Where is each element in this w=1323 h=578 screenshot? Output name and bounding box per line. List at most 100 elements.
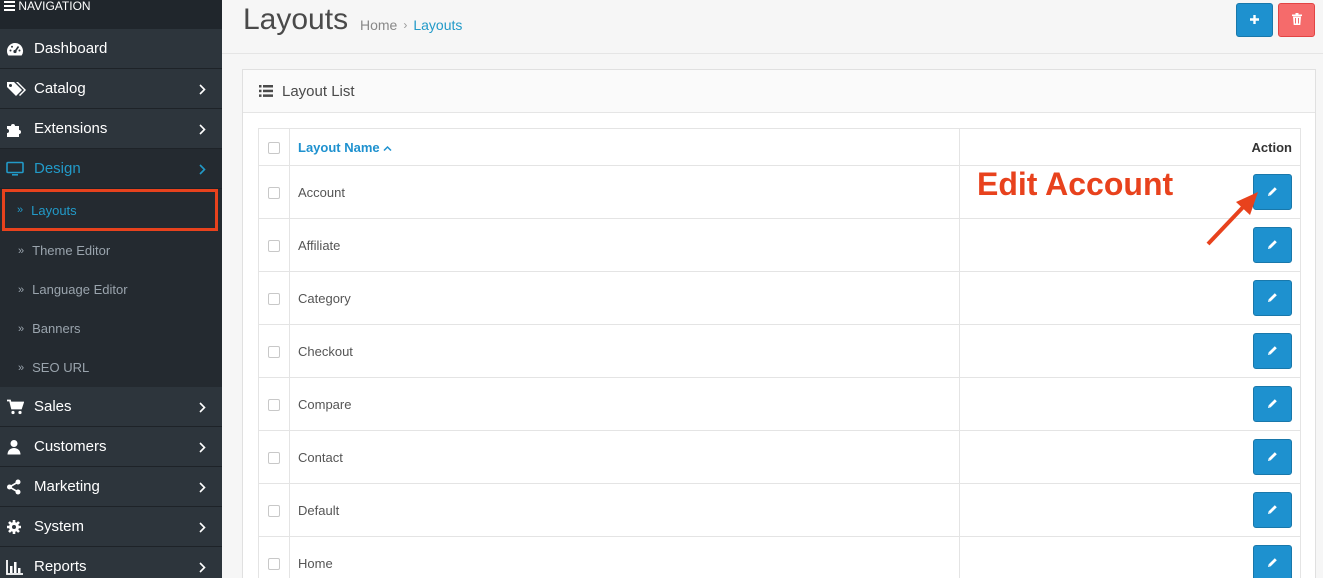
edit-button[interactable]: [1253, 545, 1292, 578]
sidebar-item-label: Reports: [34, 558, 87, 575]
action-cell: [959, 271, 1301, 325]
layout-name-header[interactable]: Layout Name: [289, 128, 960, 166]
submenu-item-label: SEO URL: [32, 360, 90, 375]
chevron-right-icon: [199, 400, 206, 417]
pencil-icon: [1267, 344, 1278, 359]
row-checkbox[interactable]: [268, 346, 280, 359]
row-checkbox[interactable]: [268, 187, 280, 200]
action-cell: [959, 324, 1301, 378]
breadcrumb-current-link[interactable]: Layouts: [413, 17, 462, 33]
sidebar-item-marketing[interactable]: Marketing: [0, 467, 222, 507]
sort-asc-icon: [383, 140, 392, 155]
sidebar-item-customers[interactable]: Customers: [0, 427, 222, 467]
double-chevron-icon: »: [18, 244, 25, 257]
puzzle-icon: [6, 120, 28, 138]
row-checkbox[interactable]: [268, 452, 280, 465]
user-icon: [6, 438, 28, 456]
edit-button[interactable]: [1253, 492, 1292, 528]
select-all-checkbox[interactable]: [268, 142, 280, 155]
table-row: Default: [258, 483, 1301, 537]
sidebar-item-label: Design: [34, 160, 81, 177]
chevron-right-icon: [199, 440, 206, 457]
breadcrumb-separator: ›: [403, 18, 408, 32]
submenu-item-theme-editor[interactable]: » Theme Editor: [0, 231, 222, 270]
layout-name-cell: Default: [289, 483, 960, 537]
trash-icon: [1291, 12, 1302, 28]
nav-header[interactable]: NAVIGATION: [0, 0, 222, 29]
layout-name-cell: Category: [289, 271, 960, 325]
sidebar-item-reports[interactable]: Reports: [0, 547, 222, 578]
row-checkbox[interactable]: [268, 240, 280, 253]
sidebar-item-catalog[interactable]: Catalog: [0, 69, 222, 109]
sidebar-item-label: Dashboard: [34, 40, 108, 57]
row-checkbox[interactable]: [268, 293, 280, 306]
chevron-right-icon: [199, 82, 206, 99]
tags-icon: [6, 80, 28, 98]
delete-layout-button[interactable]: [1278, 3, 1315, 37]
pencil-icon: [1267, 291, 1278, 306]
double-chevron-icon: »: [17, 204, 24, 216]
row-checkbox[interactable]: [268, 399, 280, 412]
edit-button[interactable]: [1253, 280, 1292, 316]
layout-name-cell: Account: [289, 165, 960, 219]
action-cell: [959, 483, 1301, 537]
sidebar-item-system[interactable]: System: [0, 507, 222, 547]
submenu-item-banners[interactable]: » Banners: [0, 309, 222, 348]
row-check-cell: [258, 218, 290, 272]
sidebar-item-sales[interactable]: Sales: [0, 387, 222, 427]
pencil-icon: [1267, 450, 1278, 465]
double-chevron-icon: »: [18, 322, 25, 335]
row-checkbox[interactable]: [268, 505, 280, 518]
row-check-cell: [258, 377, 290, 431]
layout-name-cell: Checkout: [289, 324, 960, 378]
submenu-item-layouts[interactable]: » Layouts: [2, 189, 218, 231]
table-row: Checkout: [258, 324, 1301, 378]
submenu-item-label: Banners: [32, 321, 81, 336]
submenu-item-seo-url[interactable]: » SEO URL: [0, 348, 222, 387]
sidebar-item-dashboard[interactable]: Dashboard: [0, 29, 222, 69]
sidebar: NAVIGATION Dashboard Catalog Extensions …: [0, 0, 222, 578]
chevron-right-icon: [199, 162, 206, 179]
table-row: Compare: [258, 377, 1301, 431]
page-title: Layouts: [243, 3, 349, 36]
sidebar-item-extensions[interactable]: Extensions: [0, 109, 222, 149]
double-chevron-icon: »: [18, 361, 25, 374]
sidebar-item-label: Sales: [34, 398, 72, 415]
add-layout-button[interactable]: [1236, 3, 1273, 37]
chevron-right-icon: [199, 560, 206, 577]
row-check-cell: [258, 271, 290, 325]
pencil-icon: [1267, 238, 1278, 253]
action-header: Action: [959, 128, 1301, 166]
breadcrumb: Home › Layouts: [360, 17, 462, 33]
nav-header-label: NAVIGATION: [18, 0, 91, 13]
design-submenu: » Layouts » Theme Editor » Language Edit…: [0, 189, 222, 387]
plus-icon: [1249, 13, 1260, 28]
annotation-label: Edit Account: [977, 166, 1174, 202]
breadcrumb-home-link[interactable]: Home: [360, 17, 397, 33]
sidebar-item-label: System: [34, 518, 85, 535]
menu-icon: [4, 1, 15, 13]
layout-name-sort-link[interactable]: Layout Name: [298, 140, 380, 155]
edit-button[interactable]: [1253, 333, 1292, 369]
chevron-right-icon: [199, 122, 206, 139]
chevron-right-icon: [199, 520, 206, 537]
row-check-cell: [258, 483, 290, 537]
pencil-icon: [1267, 503, 1278, 518]
sidebar-item-design[interactable]: Design: [0, 149, 222, 189]
dashboard-icon: [6, 40, 28, 58]
submenu-item-language-editor[interactable]: » Language Editor: [0, 270, 222, 309]
select-all-cell: [258, 128, 290, 166]
edit-button[interactable]: [1253, 386, 1292, 422]
pencil-icon: [1267, 397, 1278, 412]
row-check-cell: [258, 536, 290, 578]
row-check-cell: [258, 430, 290, 484]
row-check-cell: [258, 165, 290, 219]
edit-button[interactable]: [1253, 439, 1292, 475]
chevron-right-icon: [199, 480, 206, 497]
layout-name-cell: Affiliate: [289, 218, 960, 272]
row-checkbox[interactable]: [268, 558, 280, 571]
sidebar-item-label: Catalog: [34, 80, 86, 97]
layout-name-cell: Contact: [289, 430, 960, 484]
table-row: Category: [258, 271, 1301, 325]
layout-name-cell: Home: [289, 536, 960, 578]
